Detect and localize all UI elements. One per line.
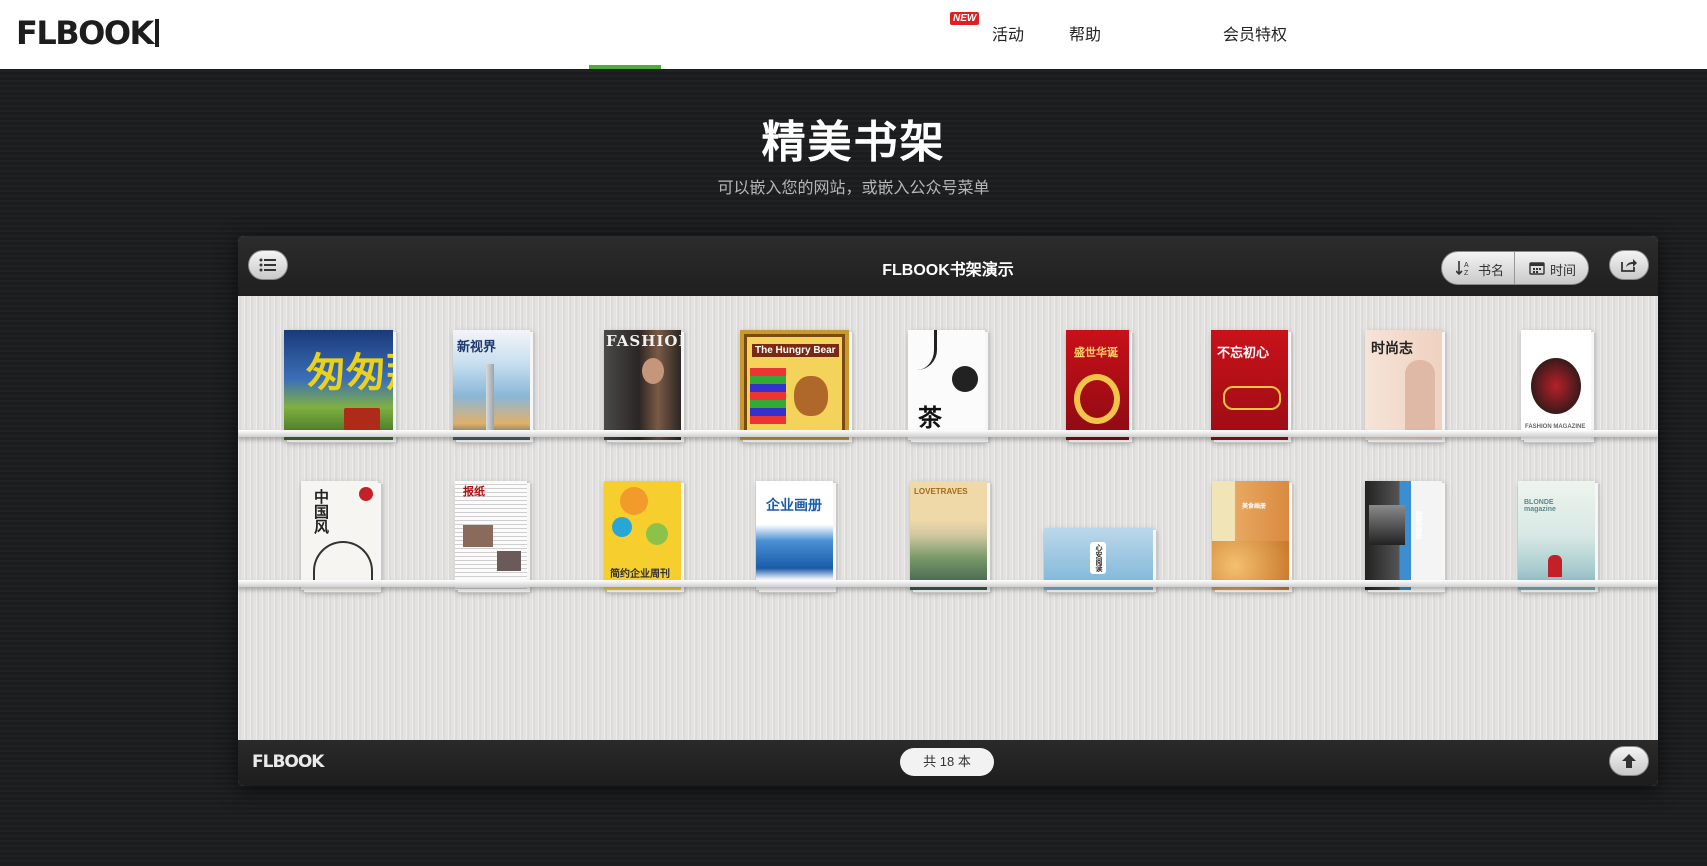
book-8[interactable]: 时尚志 xyxy=(1365,330,1442,440)
svg-text:Z: Z xyxy=(1464,270,1469,276)
book-18[interactable]: BLONDE magazine xyxy=(1518,481,1595,590)
book-2[interactable]: 新视界 xyxy=(453,330,530,440)
share-icon xyxy=(1621,259,1637,272)
footer-logo: FLBOOK xyxy=(252,752,324,772)
new-badge: NEW xyxy=(950,12,980,25)
page-title: 精美书架 xyxy=(761,118,946,167)
nav-membership[interactable]: 会员特权 xyxy=(1223,21,1287,45)
sort-by-time-button[interactable]: 时间 xyxy=(1515,252,1588,284)
site-logo[interactable]: FLBOOK xyxy=(16,14,159,52)
svg-text:A: A xyxy=(1464,262,1469,269)
sort-by-time-label: 时间 xyxy=(1550,263,1577,278)
sort-by-name-button[interactable]: A Z 书名 xyxy=(1442,252,1514,284)
bookshelf-footer: FLBOOK 共 18 本 xyxy=(238,740,1658,786)
bookshelf-area: 匆匆那年 新视界 FASHION The Hungry Bear 茶 盛世华诞 … xyxy=(238,296,1658,740)
sort-by-name-label: 书名 xyxy=(1478,263,1505,278)
nav-help[interactable]: 帮助 xyxy=(1069,21,1101,45)
book-10[interactable]: 中国风 xyxy=(301,481,378,590)
book-5[interactable]: 茶 xyxy=(908,330,985,440)
book-12[interactable]: 简约企业周刊 xyxy=(604,481,681,590)
page-subtitle: 可以嵌入您的网站，或嵌入公众号菜单 xyxy=(717,180,990,197)
share-button[interactable] xyxy=(1609,250,1649,280)
shelf-plank-2 xyxy=(238,580,1658,587)
book-13[interactable]: 企业画册 xyxy=(756,481,833,590)
book-11[interactable]: 报纸 xyxy=(455,481,527,590)
nav-activities[interactable]: 活动 xyxy=(992,21,1024,45)
bookshelf-widget: FLBOOK书架演示 A Z 书名 时间 匆匆 新视界 FASHIO The H… xyxy=(238,236,1658,786)
book-4[interactable]: The Hungry Bear xyxy=(740,330,849,440)
book-6[interactable]: 盛世华诞 xyxy=(1066,330,1129,440)
shelf-plank-1 xyxy=(238,430,1658,437)
nav-active-indicator xyxy=(589,65,661,69)
calendar-icon xyxy=(1529,262,1545,275)
bookshelf-header: FLBOOK书架演示 A Z 书名 时间 xyxy=(238,236,1658,296)
book-14[interactable]: LOVETRAVES xyxy=(910,481,987,590)
book-count-badge: 共 18 本 xyxy=(900,748,994,776)
book-9[interactable]: FASHION MAGAZINE xyxy=(1521,330,1591,440)
book-16[interactable]: 美食画册 xyxy=(1212,481,1289,590)
arrow-up-icon xyxy=(1622,754,1636,768)
book-1[interactable]: 匆匆那年 xyxy=(284,330,393,440)
top-navbar: FLBOOK NEW 活动 帮助 会员特权 xyxy=(0,0,1707,69)
book-3[interactable]: FASHION xyxy=(604,330,681,440)
sort-toggle-group: A Z 书名 时间 xyxy=(1441,251,1589,285)
scroll-top-button[interactable] xyxy=(1609,746,1649,776)
book-7[interactable]: 不忘初心 xyxy=(1211,330,1288,440)
sort-az-icon: A Z xyxy=(1456,261,1469,276)
book-17[interactable]: 建筑画册 xyxy=(1365,481,1442,590)
